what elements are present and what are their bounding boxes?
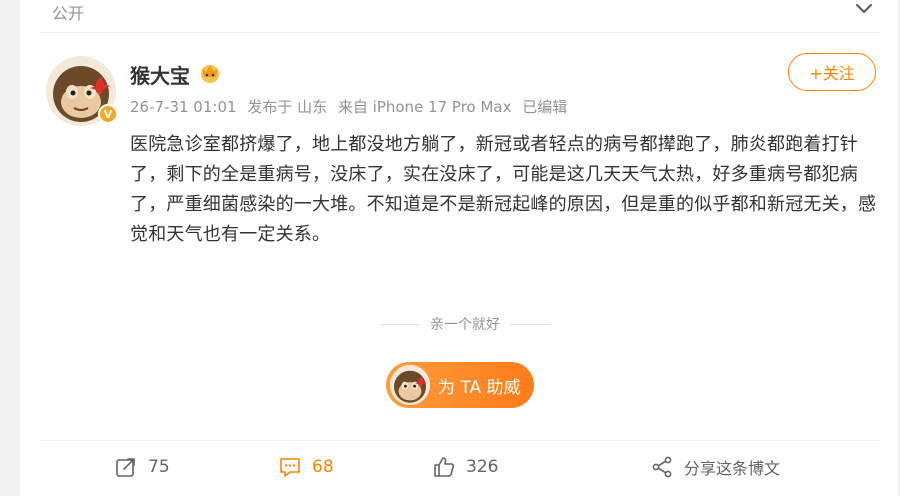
bottom-divider (40, 440, 880, 441)
post-location: 发布于 山东 (247, 98, 328, 116)
crown-badge-icon (201, 65, 219, 83)
boost-avatar (390, 365, 430, 405)
post-device: 来自 iPhone 17 Pro Max (337, 98, 512, 116)
chevron-down-icon[interactable] (855, 2, 873, 16)
boost-label: 为 TA 助威 (438, 377, 521, 398)
kiss-label: 亲一个就好 (430, 317, 500, 333)
weibo-post-card: 公开 V 猴大宝 +关注 26-7-31 01:01 发布于 山东 来自 iPh… (20, 0, 898, 496)
comment-button[interactable]: 68 (278, 454, 334, 480)
comment-icon (280, 458, 300, 477)
kiss-line-left (380, 323, 420, 325)
kiss-line-right (510, 323, 550, 325)
forward-count: 75 (148, 457, 170, 477)
forward-button[interactable]: 75 (114, 454, 170, 480)
post-edited[interactable]: 已编辑 (522, 98, 567, 116)
kiss-prompt: 亲一个就好 (370, 314, 560, 334)
visibility-label: 公开 (52, 4, 85, 23)
thumbs-up-icon (434, 457, 455, 477)
post-top-bar: 公开 (20, 0, 898, 28)
like-count: 326 (466, 457, 499, 477)
top-divider (40, 32, 880, 33)
like-button[interactable]: 326 (432, 454, 498, 480)
comment-count: 68 (312, 457, 334, 477)
share-label: 分享这条博文 (684, 459, 781, 478)
forward-icon (116, 458, 135, 477)
share-icon (652, 456, 672, 478)
boost-button[interactable]: 为 TA 助威 (386, 362, 534, 408)
post-time[interactable]: 26-7-31 01:01 (130, 98, 237, 116)
verified-v-icon: V (98, 104, 118, 124)
username[interactable]: 猴大宝 (130, 60, 190, 89)
post-meta: 26-7-31 01:01 发布于 山东 来自 iPhone 17 Pro Ma… (130, 96, 573, 117)
follow-button[interactable]: +关注 (788, 53, 876, 91)
share-button[interactable]: 分享这条博文 (650, 454, 780, 480)
post-content: 医院急诊室都挤爆了，地上都没地方躺了，新冠或者轻点的病号都撵跑了，肺炎都跑着打针… (130, 134, 877, 245)
